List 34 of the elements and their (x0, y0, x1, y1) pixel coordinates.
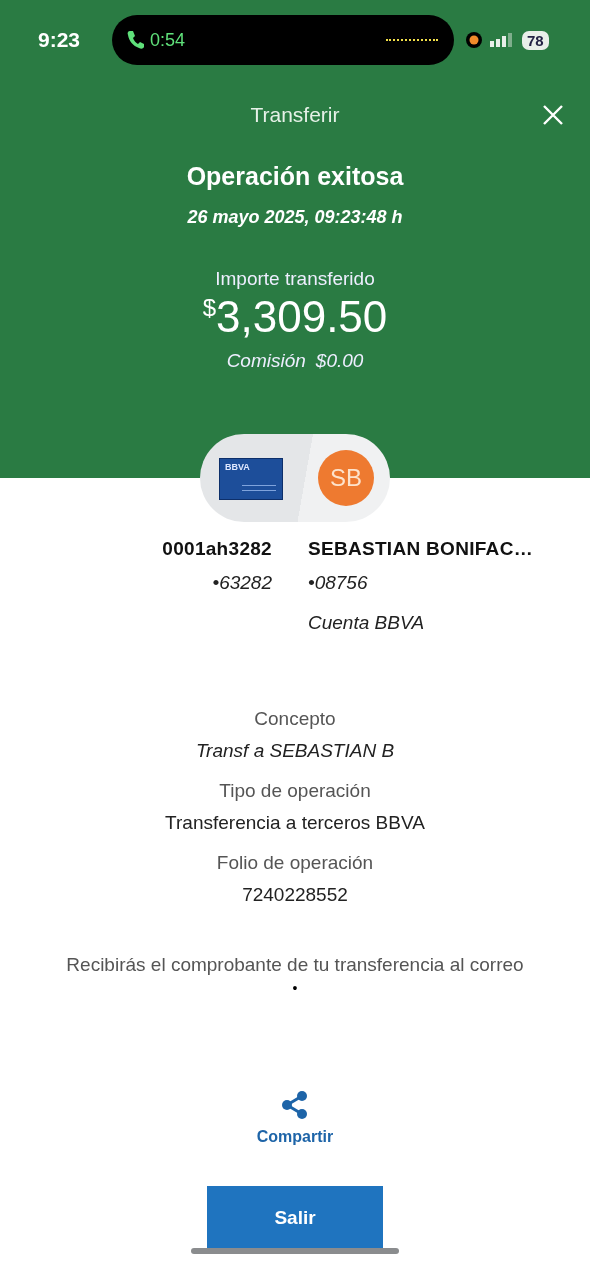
commission-label: Comisión (226, 350, 306, 372)
detail-label: Concepto (253, 708, 337, 730)
avatar: SB (318, 450, 374, 506)
detail-label: Folio de operación (215, 852, 375, 874)
call-timer: 0:54 (150, 29, 186, 51)
account-type: Cuenta BBVA (308, 612, 426, 634)
phone-icon (126, 30, 144, 50)
battery-level: 78 (522, 30, 549, 50)
recipient-name: SEBASTIAN BONIFAC… (308, 538, 534, 560)
card-brand: BBVA (225, 462, 250, 472)
status-title: Operación exitosa (185, 162, 405, 191)
currency-sign: $ (202, 294, 217, 321)
detail-value: Transferencia a terceros BBVA (164, 812, 426, 834)
screen-title: Transferir (250, 103, 340, 127)
record-dot-icon (466, 32, 482, 48)
detail-value: 7240228552 (241, 884, 349, 906)
exit-button[interactable]: Salir (207, 1186, 383, 1250)
transfer-amount: 3,309.50 (216, 292, 388, 342)
masked-email: • (291, 980, 299, 996)
account-name: 0001ah3282 (161, 538, 272, 560)
share-button[interactable]: Compartir (256, 1090, 334, 1146)
close-icon[interactable] (542, 104, 564, 126)
clock-time: 9:23 (38, 28, 82, 52)
email-notice: Recibirás el comprobante de tu transferencia al correo (65, 954, 525, 976)
commission-amount: $0.00 (315, 350, 364, 372)
share-icon (281, 1090, 309, 1120)
detail-label: Tipo de operación (218, 780, 372, 802)
call-indicator[interactable]: 0:54 (112, 15, 454, 65)
signal-icon (490, 32, 514, 48)
account-number: •63282 (211, 572, 272, 594)
account-number: •08756 (308, 572, 369, 594)
transfer-datetime: 26 mayo 2025, 09:23:48 h (186, 207, 404, 228)
detail-value: Transf a SEBASTIAN B (194, 740, 396, 762)
amount-label: Importe transferido (214, 268, 376, 290)
